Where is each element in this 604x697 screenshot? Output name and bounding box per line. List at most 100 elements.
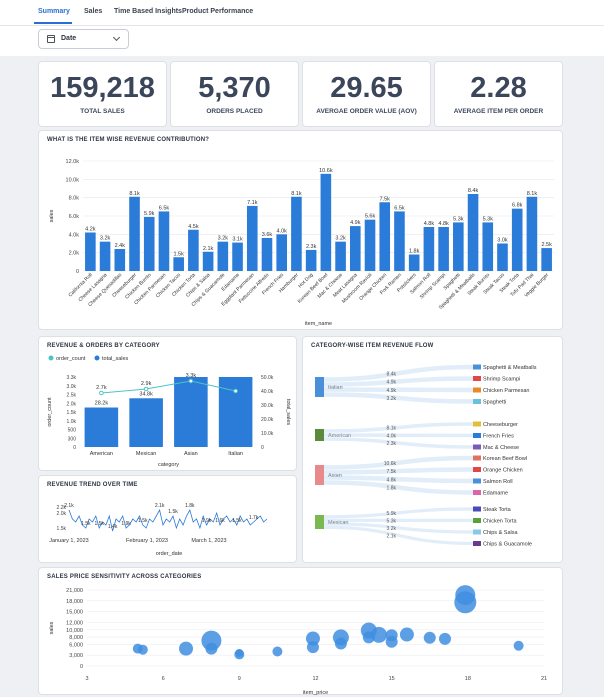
- flow-value-label: 5.9k: [387, 511, 397, 517]
- category-item-flow-card: CATEGORY-WISE ITEM REVENUE FLOW Italian 8…: [302, 336, 563, 563]
- x-tick-label: 21: [541, 676, 547, 682]
- x-tick-label: 9: [238, 676, 241, 682]
- flow-value-label: 10.6k: [384, 461, 397, 467]
- flow-value-label: 7.5k: [387, 469, 397, 475]
- x-tick-label: January 1, 2023: [49, 538, 88, 544]
- line-value-label: 1.9k: [121, 521, 131, 527]
- bar-value-label: 5.3k: [453, 216, 464, 222]
- flow-link: [323, 455, 474, 470]
- y-tick-label: 8.0k: [69, 196, 80, 202]
- kpi-value: 2.28: [470, 72, 527, 104]
- flow-link: [323, 433, 474, 438]
- bar: [276, 234, 288, 271]
- line-value-label: 3.3k: [186, 373, 197, 379]
- bar: [174, 377, 208, 447]
- flow-value-label: 2.1k: [387, 533, 397, 539]
- y-tick-label: 3.3k: [67, 375, 77, 381]
- y-tick-label: 12.0k: [66, 159, 80, 165]
- y2-tick-label: 0: [261, 445, 264, 451]
- kpi-card-avg-items: 2.28 AVERAGE ITEM PER ORDER: [434, 61, 563, 127]
- y-tick-label: 10.0k: [66, 177, 80, 183]
- line-value-label: 1.7k: [249, 515, 259, 521]
- tab-sales[interactable]: Sales: [84, 8, 102, 15]
- tab-summary[interactable]: Summary: [38, 8, 70, 15]
- item-node: [473, 455, 481, 461]
- line-point: [188, 378, 194, 384]
- kpi-value: 29.65: [330, 72, 403, 104]
- item-revenue-chart-card: WHAT IS THE ITEM WISE REVENUE CONTRIBUTI…: [38, 130, 563, 330]
- bar: [320, 173, 332, 271]
- item-node-label: Chicken Torta: [483, 519, 517, 525]
- flow-link: [323, 422, 474, 433]
- active-tab-indicator: [34, 22, 72, 24]
- bar: [497, 243, 508, 271]
- flow-value-label: 5.3k: [387, 518, 397, 524]
- item-node-label: Salmon Roll: [483, 479, 513, 485]
- bar: [202, 251, 214, 271]
- y-axis-label: sales: [49, 209, 55, 222]
- calendar-icon: [47, 35, 55, 43]
- tab-bar: Summary Sales Time Based Insights Produc…: [0, 0, 604, 26]
- y2-tick-label: 50.0k: [261, 375, 274, 381]
- bar-value-label: 3.6k: [262, 232, 273, 238]
- y2-tick-label: 20.0k: [261, 417, 274, 423]
- bar-value-label: 3.1k: [232, 237, 243, 243]
- bar: [305, 249, 317, 271]
- tab-product-performance[interactable]: Product Performance: [182, 8, 253, 15]
- order-count-line: [101, 380, 236, 394]
- scatter-point: [438, 632, 451, 645]
- y-tick-label: 8,000: [69, 635, 83, 641]
- line-value-label: 2.7k: [96, 385, 107, 391]
- y-tick-label: 1.5k: [67, 410, 77, 416]
- y2-tick-label: 30.0k: [261, 403, 274, 409]
- bar-value-label: 8.1k: [527, 191, 538, 197]
- y-tick-label: 2.0k: [57, 511, 67, 517]
- date-filter-dropdown[interactable]: Date: [38, 29, 129, 49]
- item-node-label: Chips & Salsa: [483, 530, 518, 536]
- chevron-down-icon: [112, 33, 121, 42]
- x-tick-label: 12: [312, 676, 318, 682]
- y2-axis-label: total_sales: [285, 399, 291, 426]
- bar-value-label: 3.0k: [497, 238, 508, 244]
- flow-link: [323, 480, 474, 495]
- bar: [261, 238, 273, 271]
- x-axis-label: item_name: [305, 321, 332, 327]
- item-node-label: French Fries: [483, 434, 514, 440]
- line-value-label: 1.5k: [94, 521, 104, 527]
- line-value-label: 2.1k: [155, 503, 165, 509]
- kpi-card-aov: 29.65 AVERGAE ORDER VALUE (AOV): [302, 61, 431, 127]
- scatter-point: [399, 627, 414, 642]
- flow-value-label: 4.9k: [387, 388, 397, 394]
- bar-value-label: 6.5k: [394, 205, 405, 211]
- bar-value-label: 4.5k: [188, 224, 199, 230]
- item-node: [473, 541, 481, 546]
- y-tick-label: 1.5k: [57, 526, 67, 532]
- item-node: [473, 506, 481, 512]
- scatter-point: [455, 585, 476, 606]
- item-revenue-chart: 02.0k4.0k6.0k8.0k10.0k12.0ksales4.2kCali…: [49, 159, 554, 327]
- item-node-label: Spaghetti & Meatballs: [483, 365, 537, 371]
- item-node-label: Chicken Parmesan: [483, 388, 529, 394]
- bar-value-label: 8.1k: [129, 191, 140, 197]
- bar: [85, 232, 96, 271]
- line-value-label: 1.6k: [215, 518, 225, 524]
- price-sensitivity-chart: 0 3,000 6,0008,00010,00012,000 15,000 18,000…: [49, 585, 547, 696]
- scatter-point: [235, 648, 244, 657]
- bar: [246, 205, 258, 271]
- y-tick-label: 2.0k: [69, 251, 80, 257]
- scatter-point: [137, 644, 148, 655]
- tab-time-based-insights[interactable]: Time Based Insights: [114, 8, 182, 15]
- price-sensitivity-chart-card: SALES PRICE SENSITIVITY ACROSS CATEGORIE…: [38, 567, 563, 696]
- x-tick-label: 18: [465, 676, 471, 682]
- bar-value-label: 5.3k: [483, 216, 494, 222]
- y-axis-label: sales: [49, 621, 55, 634]
- bar: [158, 211, 170, 271]
- kpi-value: 159,218: [50, 72, 155, 104]
- scatter-point: [205, 642, 218, 655]
- bar: [129, 196, 140, 271]
- bar: [453, 222, 464, 271]
- bar-value-label: 5.6k: [365, 214, 376, 220]
- y-tick-label: 0: [80, 664, 83, 670]
- item-node: [473, 478, 481, 484]
- bar: [291, 196, 302, 271]
